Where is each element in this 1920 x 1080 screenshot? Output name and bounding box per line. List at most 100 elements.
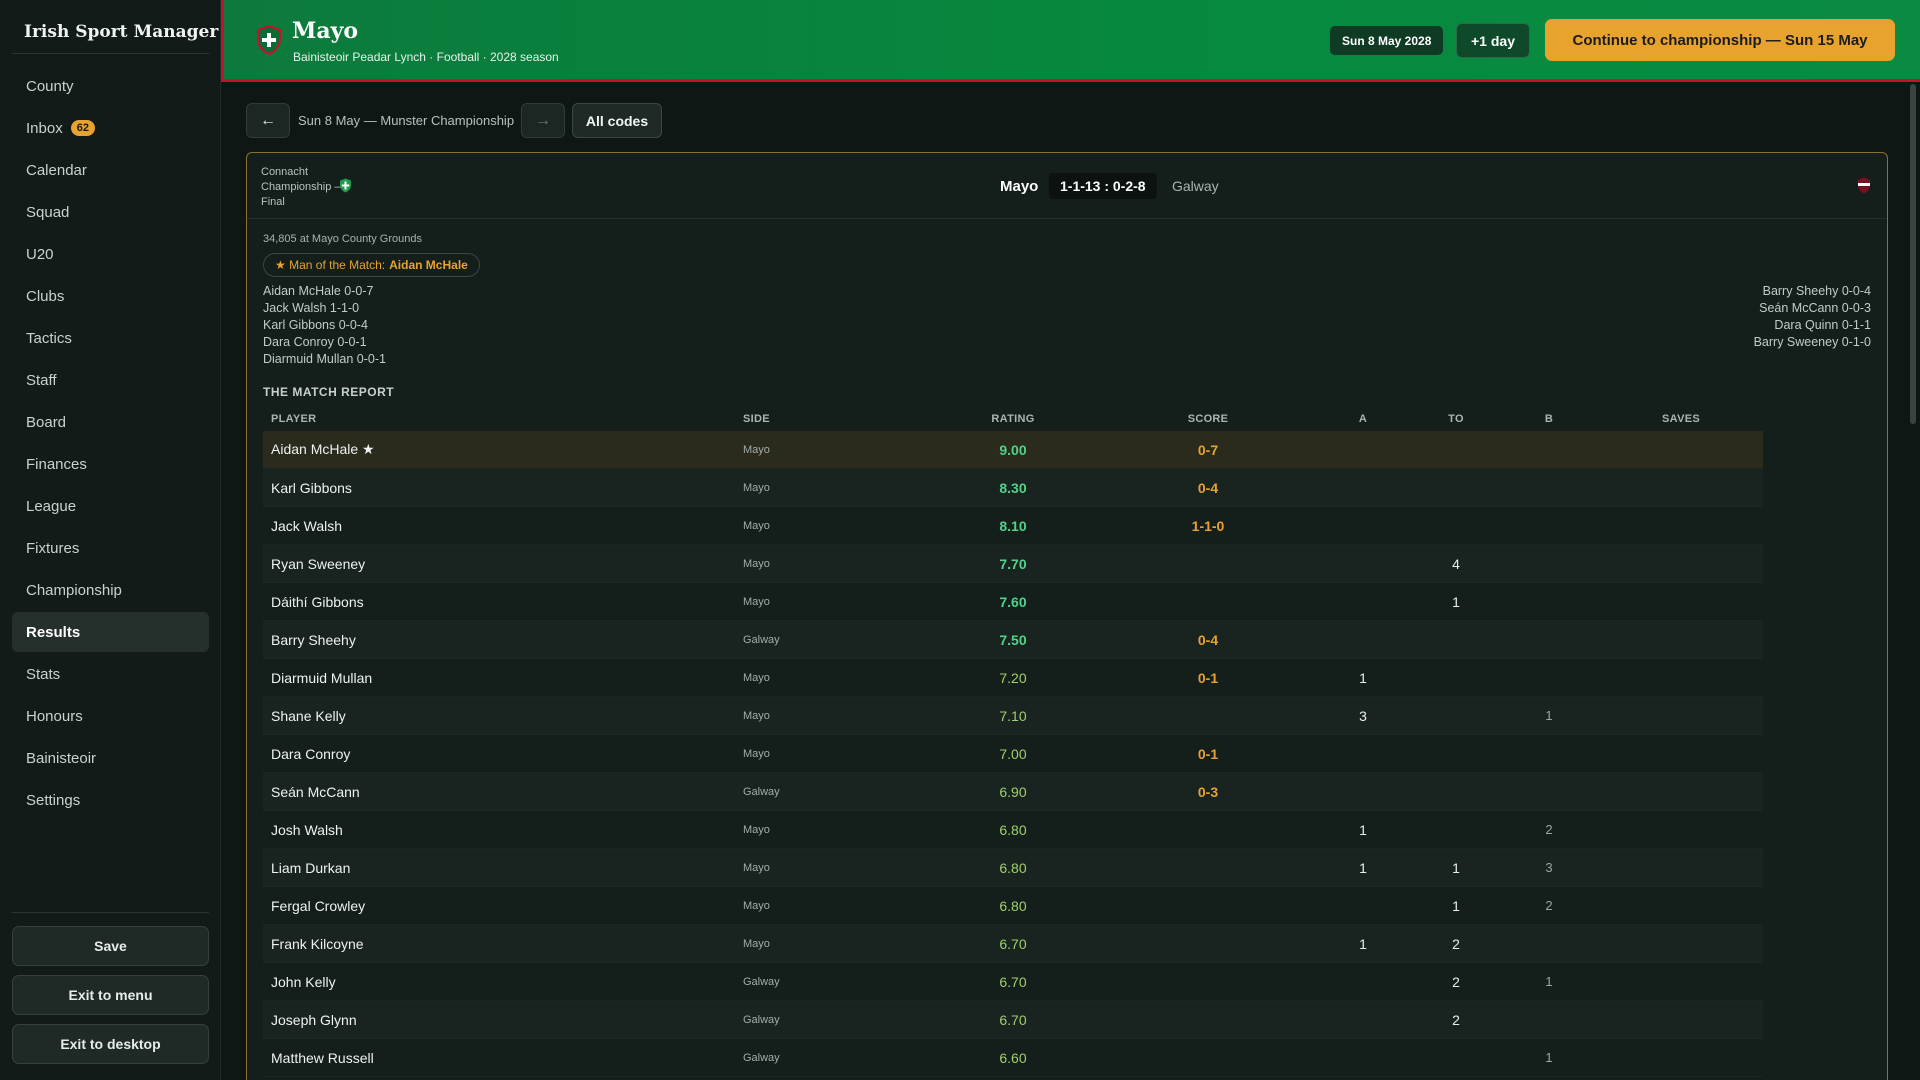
sidebar-item-finances[interactable]: Finances <box>12 444 209 484</box>
table-row[interactable]: Josh Walsh Mayo 6.80 1 2 <box>263 811 1763 849</box>
sidebar-item-board[interactable]: Board <box>12 402 209 442</box>
cell-player: Karl Gibbons <box>271 479 352 496</box>
section-title: THE MATCH REPORT <box>263 385 395 399</box>
cell-rating: 7.10 <box>999 707 1027 724</box>
current-date: Sun 8 May 2028 <box>1330 26 1444 55</box>
cell-b: 2 <box>1545 822 1553 837</box>
sidebar-item-bainisteoir[interactable]: Bainisteoir <box>12 738 209 778</box>
divider <box>12 53 209 54</box>
sidebar-item-fixtures[interactable]: Fixtures <box>12 528 209 568</box>
cell-to: 2 <box>1452 1011 1460 1028</box>
sidebar-item-inbox[interactable]: Inbox 62 <box>12 108 209 148</box>
advance-day-button[interactable]: +1 day <box>1456 23 1530 58</box>
cell-side: Galway <box>743 785 780 798</box>
table-row[interactable]: Joseph Glynn Galway 6.70 2 <box>263 1001 1763 1039</box>
cell-side: Mayo <box>743 671 770 684</box>
cell-player: Fergal Crowley <box>271 897 366 914</box>
sidebar-item-tactics[interactable]: Tactics <box>12 318 209 358</box>
column-header-score[interactable]: SCORE <box>1103 413 1313 431</box>
column-header-b[interactable]: B <box>1499 413 1599 431</box>
table-row[interactable]: Dáithí Gibbons Mayo 7.60 1 <box>263 583 1763 621</box>
table-row[interactable]: Matthew Russell Galway 6.60 1 <box>263 1039 1763 1077</box>
sidebar-item-clubs[interactable]: Clubs <box>12 276 209 316</box>
column-header-a[interactable]: A <box>1313 413 1413 431</box>
cell-player: Joseph Glynn <box>271 1011 357 1028</box>
match-report-table: PLAYER SIDE RATING SCORE A TO B SAVES Aidan McH… <box>263 413 1763 1077</box>
home-scorer-item: Diarmuid Mullan 0-0-1 <box>263 352 386 366</box>
away-team: Galway <box>1172 178 1219 194</box>
table-row[interactable]: Aidan McHale ★ Mayo 9.00 0-7 <box>263 431 1763 469</box>
cell-score: 0-4 <box>1197 479 1219 496</box>
forward-button[interactable]: → <box>521 103 565 138</box>
table-row[interactable]: Dara Conroy Mayo 7.00 0-1 <box>263 735 1763 773</box>
sidebar-item-calendar[interactable]: Calendar <box>12 150 209 190</box>
save-button[interactable]: Save <box>12 926 209 966</box>
cell-rating: 6.80 <box>999 859 1027 876</box>
cell-to: 1 <box>1452 897 1460 914</box>
table-row[interactable]: John Kelly Galway 6.70 2 1 <box>263 963 1763 1001</box>
table-row[interactable]: Karl Gibbons Mayo 8.30 0-4 <box>263 469 1763 507</box>
back-button[interactable]: ← <box>246 103 290 138</box>
table-row[interactable]: Frank Kilcoyne Mayo 6.70 1 2 <box>263 925 1763 963</box>
table-row[interactable]: Liam Durkan Mayo 6.80 1 1 3 <box>263 849 1763 887</box>
column-header-to[interactable]: TO <box>1413 413 1499 431</box>
sidebar-item-label: Inbox <box>26 119 63 137</box>
cell-rating: 6.70 <box>999 973 1027 990</box>
cell-player: Diarmuid Mullan <box>271 669 373 686</box>
cell-side: Mayo <box>743 747 770 760</box>
arrow-left-icon: ← <box>260 111 276 129</box>
table-row[interactable]: Ryan Sweeney Mayo 7.70 4 <box>263 545 1763 583</box>
sidebar-item-settings[interactable]: Settings <box>12 780 209 820</box>
home-scorer-item: Dara Conroy 0-0-1 <box>263 335 367 349</box>
cell-rating: 6.70 <box>999 935 1027 952</box>
exit-to-menu-button[interactable]: Exit to menu <box>12 975 209 1015</box>
home-scorer-item: Aidan McHale 0-0-7 <box>263 284 374 298</box>
table-row[interactable]: Shane Kelly Mayo 7.10 3 1 <box>263 697 1763 735</box>
cell-score: 1-1-0 <box>1191 517 1225 534</box>
cell-player: Ryan Sweeney <box>271 555 366 572</box>
cell-a: 1 <box>1359 859 1367 876</box>
scrollbar[interactable] <box>1910 84 1916 424</box>
table-row[interactable]: Jack Walsh Mayo 8.10 1-1-0 <box>263 507 1763 545</box>
column-header-saves[interactable]: SAVES <box>1599 413 1763 431</box>
cell-a: 1 <box>1359 669 1367 686</box>
county-crest-icon <box>257 25 281 55</box>
cell-to: 4 <box>1452 555 1460 572</box>
cell-player: Dara Conroy <box>271 745 351 762</box>
sidebar-nav: County Inbox 62 Calendar Squad U20 Clubs Tactic… <box>12 66 209 822</box>
away-scorer-item: Seán McCann 0-0-3 <box>1759 301 1871 315</box>
all-codes-filter-button[interactable]: All codes <box>572 103 662 138</box>
sidebar-item-staff[interactable]: Staff <box>12 360 209 400</box>
cell-side: Mayo <box>743 481 770 494</box>
sidebar: Irish Sport Manager County Inbox 62 Calenda… <box>0 0 221 1080</box>
cell-b: 1 <box>1545 1050 1553 1065</box>
sidebar-item-county[interactable]: County <box>12 66 209 106</box>
match-header: Connacht Championship — Final Mayo 1-1-1… <box>247 153 1887 219</box>
table-row[interactable]: Diarmuid Mullan Mayo 7.20 0-1 1 <box>263 659 1763 697</box>
sidebar-item-league[interactable]: League <box>12 486 209 526</box>
continue-button[interactable]: Continue to championship — Sun 15 May <box>1545 19 1895 61</box>
sidebar-item-stats[interactable]: Stats <box>12 654 209 694</box>
sidebar-item-u20[interactable]: U20 <box>12 234 209 274</box>
sidebar-item-squad[interactable]: Squad <box>12 192 209 232</box>
cell-b: 1 <box>1545 974 1553 989</box>
away-scorer-item: Barry Sweeney 0-1-0 <box>1753 335 1871 349</box>
away-scorer-item: Barry Sheehy 0-0-4 <box>1762 284 1871 298</box>
sidebar-item-honours[interactable]: Honours <box>12 696 209 736</box>
cell-to: 1 <box>1452 593 1460 610</box>
sidebar-item-label: County <box>26 77 74 95</box>
column-header-side[interactable]: SIDE <box>743 413 923 431</box>
table-row[interactable]: Seán McCann Galway 6.90 0-3 <box>263 773 1763 811</box>
column-header-player[interactable]: PLAYER <box>263 413 743 431</box>
exit-to-desktop-button[interactable]: Exit to desktop <box>12 1024 209 1064</box>
column-header-rating[interactable]: RATING <box>923 413 1103 431</box>
table-row[interactable]: Barry Sheehy Galway 7.50 0-4 <box>263 621 1763 659</box>
sidebar-item-results[interactable]: Results <box>12 612 209 652</box>
cell-score: 0-4 <box>1197 631 1219 648</box>
table-row[interactable]: Fergal Crowley Mayo 6.80 1 2 <box>263 887 1763 925</box>
home-scorer-item: Karl Gibbons 0-0-4 <box>263 318 368 332</box>
page-title: Mayo <box>292 18 359 44</box>
cell-rating: 8.30 <box>999 479 1027 496</box>
cell-score: 0-7 <box>1197 441 1219 458</box>
sidebar-item-championship[interactable]: Championship <box>12 570 209 610</box>
